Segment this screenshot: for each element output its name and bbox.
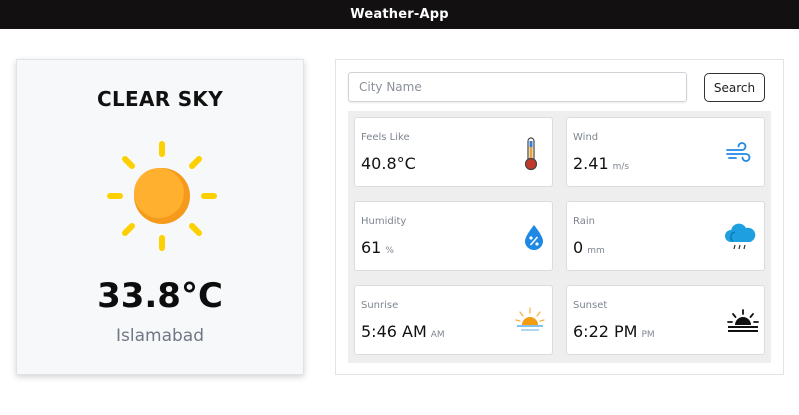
weather-condition: CLEAR SKY — [96, 87, 223, 111]
stat-label: Rain — [573, 216, 595, 227]
stat-card-feels-like: Feels Like 40.8°C — [354, 117, 553, 187]
thermometer-icon — [523, 137, 539, 175]
stat-value: 0 mm — [573, 238, 605, 257]
sunrise-icon — [515, 306, 545, 340]
stat-label: Sunset — [573, 300, 608, 311]
sunset-icon — [727, 308, 759, 338]
stat-value: 2.41 m/s — [573, 154, 630, 173]
stat-value: 40.8°C — [361, 154, 416, 173]
humidity-drop-icon — [524, 224, 544, 254]
stat-value: 5:46 AM AM — [361, 322, 445, 341]
stat-value: 6:22 PM PM — [573, 322, 655, 341]
details-panel: Search Feels Like 40.8°C Wind 2.41m/s — [335, 59, 784, 375]
rain-cloud-icon — [723, 222, 757, 256]
stat-label: Wind — [573, 132, 599, 143]
stat-card-humidity: Humidity 61% — [354, 201, 553, 271]
stat-label: Sunrise — [361, 300, 399, 311]
stat-card-wind: Wind 2.41 m/s — [566, 117, 765, 187]
current-weather-card: CLEAR SKY 33.8°C Islamabad — [16, 59, 304, 375]
stat-value: 61% — [361, 238, 394, 257]
city-name: Islamabad — [116, 326, 204, 346]
app-title: Weather-App — [350, 7, 449, 22]
stat-label: Feels Like — [361, 132, 410, 143]
app-header: Weather-App — [0, 0, 799, 29]
stat-label: Humidity — [361, 216, 407, 227]
sun-icon — [105, 139, 219, 253]
city-search-input[interactable] — [348, 72, 687, 102]
wind-icon — [725, 142, 751, 168]
stat-card-sunrise: Sunrise 5:46 AM AM — [354, 285, 553, 355]
current-temperature: 33.8°C — [97, 276, 223, 316]
stat-card-rain: Rain 0 mm — [566, 201, 765, 271]
stat-card-sunset: Sunset 6:22 PM PM — [566, 285, 765, 355]
stats-grid: Feels Like 40.8°C Wind 2.41 m/s Humidity… — [348, 111, 771, 363]
search-button[interactable]: Search — [704, 73, 765, 102]
